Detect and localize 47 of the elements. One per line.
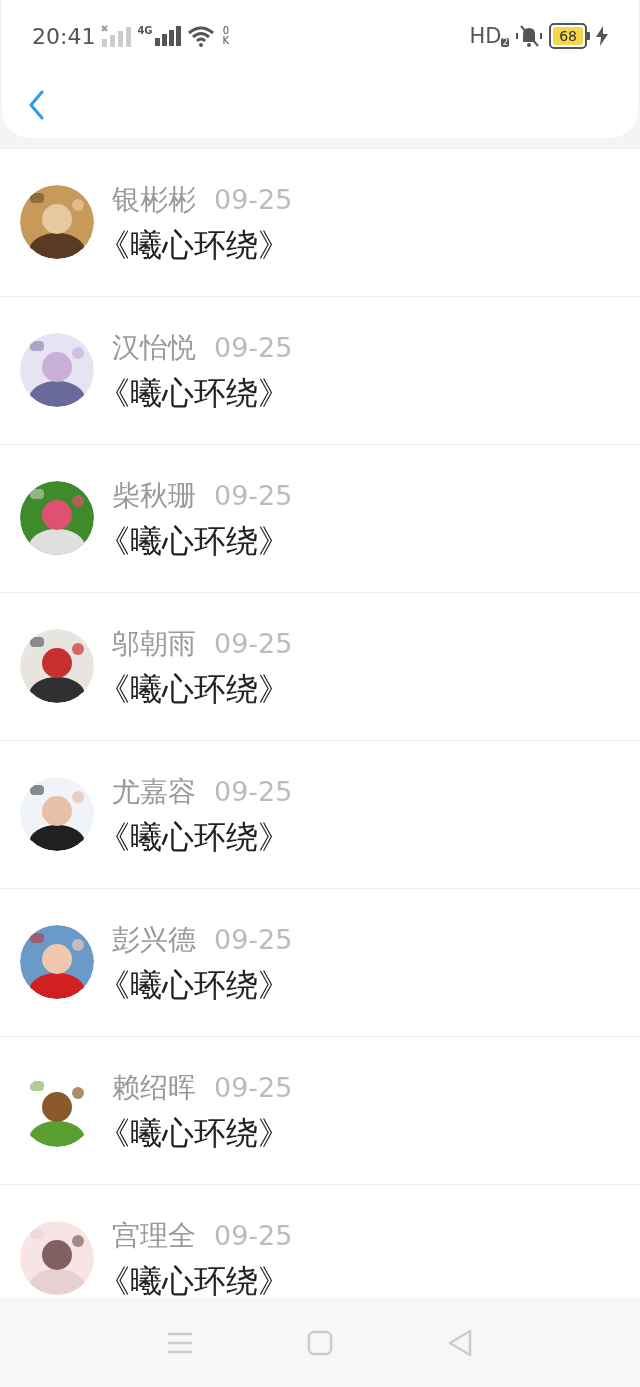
message-item[interactable]: 彭兴德 09-25 《曦心环绕》 — [0, 888, 640, 1036]
message-title: 《曦心环绕》 — [98, 1261, 291, 1298]
message-item[interactable]: 赖绍晖 09-25 《曦心环绕》 — [0, 1036, 640, 1184]
message-date: 09-25 — [214, 1219, 293, 1253]
sender-name: 彭兴德 — [112, 922, 196, 958]
sender-name: 宫理全 — [112, 1218, 196, 1254]
message-title: 《曦心环绕》 — [98, 373, 291, 414]
back-icon[interactable] — [28, 90, 44, 120]
sender-name: 尤嘉容 — [112, 774, 196, 810]
message-date: 09-25 — [214, 1071, 293, 1105]
message-item[interactable]: 柴秋珊 09-25 《曦心环绕》 — [0, 444, 640, 592]
speed-unit: K — [222, 36, 230, 46]
sender-name: 柴秋珊 — [112, 478, 196, 514]
signal-icon — [154, 26, 181, 46]
message-date: 09-25 — [214, 331, 293, 365]
message-date: 09-25 — [214, 479, 293, 513]
message-title: 《曦心环绕》 — [98, 521, 291, 562]
message-title: 《曦心环绕》 — [98, 669, 291, 710]
message-item[interactable]: 邬朝雨 09-25 《曦心环绕》 — [0, 592, 640, 740]
hd-label: HD — [469, 25, 502, 47]
sender-name: 汉怡悦 — [112, 330, 196, 366]
message-date: 09-25 — [214, 775, 293, 809]
message-title: 《曦心环绕》 — [98, 1113, 291, 1154]
message-date: 09-25 — [214, 627, 293, 661]
signal-icon — [101, 25, 132, 47]
message-item[interactable]: 汉怡悦 09-25 《曦心环绕》 — [0, 296, 640, 444]
sender-name: 赖绍晖 — [112, 1070, 196, 1106]
message-title: 《曦心环绕》 — [98, 965, 291, 1006]
speed-value: 0 — [222, 26, 230, 36]
muted-bell-icon — [515, 24, 544, 48]
network-type: 4G — [137, 26, 153, 36]
menu-icon[interactable] — [167, 1330, 193, 1355]
message-title: 《曦心环绕》 — [98, 817, 291, 858]
message-date: 09-25 — [214, 923, 293, 957]
charging-icon — [596, 26, 608, 46]
hd-index: 2 — [501, 37, 510, 47]
sender-name: 银彬彬 — [112, 182, 196, 218]
home-icon[interactable] — [307, 1329, 333, 1356]
message-item[interactable]: 银彬彬 09-25 《曦心环绕》 — [0, 148, 640, 296]
message-title: 《曦心环绕》 — [98, 225, 291, 266]
triangle-back-icon[interactable] — [447, 1328, 473, 1357]
wifi-icon — [186, 25, 215, 47]
message-item[interactable]: 尤嘉容 09-25 《曦心环绕》 — [0, 740, 640, 888]
battery-indicator: 68 — [549, 23, 590, 49]
sender-name: 邬朝雨 — [112, 626, 196, 662]
clock: 20:41 — [32, 22, 96, 51]
message-date: 09-25 — [214, 183, 293, 217]
